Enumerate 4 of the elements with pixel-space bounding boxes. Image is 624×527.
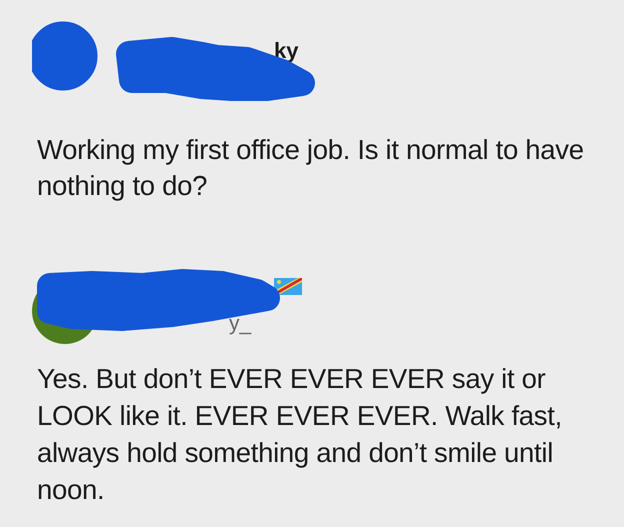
user-handle: y_ (229, 312, 252, 336)
user-name: ky (274, 38, 298, 64)
post-text: Working my first office job. Is it normal to have nothing to do? (37, 133, 585, 203)
post-text: Yes. But don’t EVER EVER EVER say it or LOOK like it. EVER EVER EVER. Walk fast, always hold something and don’t smile until noon. (37, 362, 563, 507)
